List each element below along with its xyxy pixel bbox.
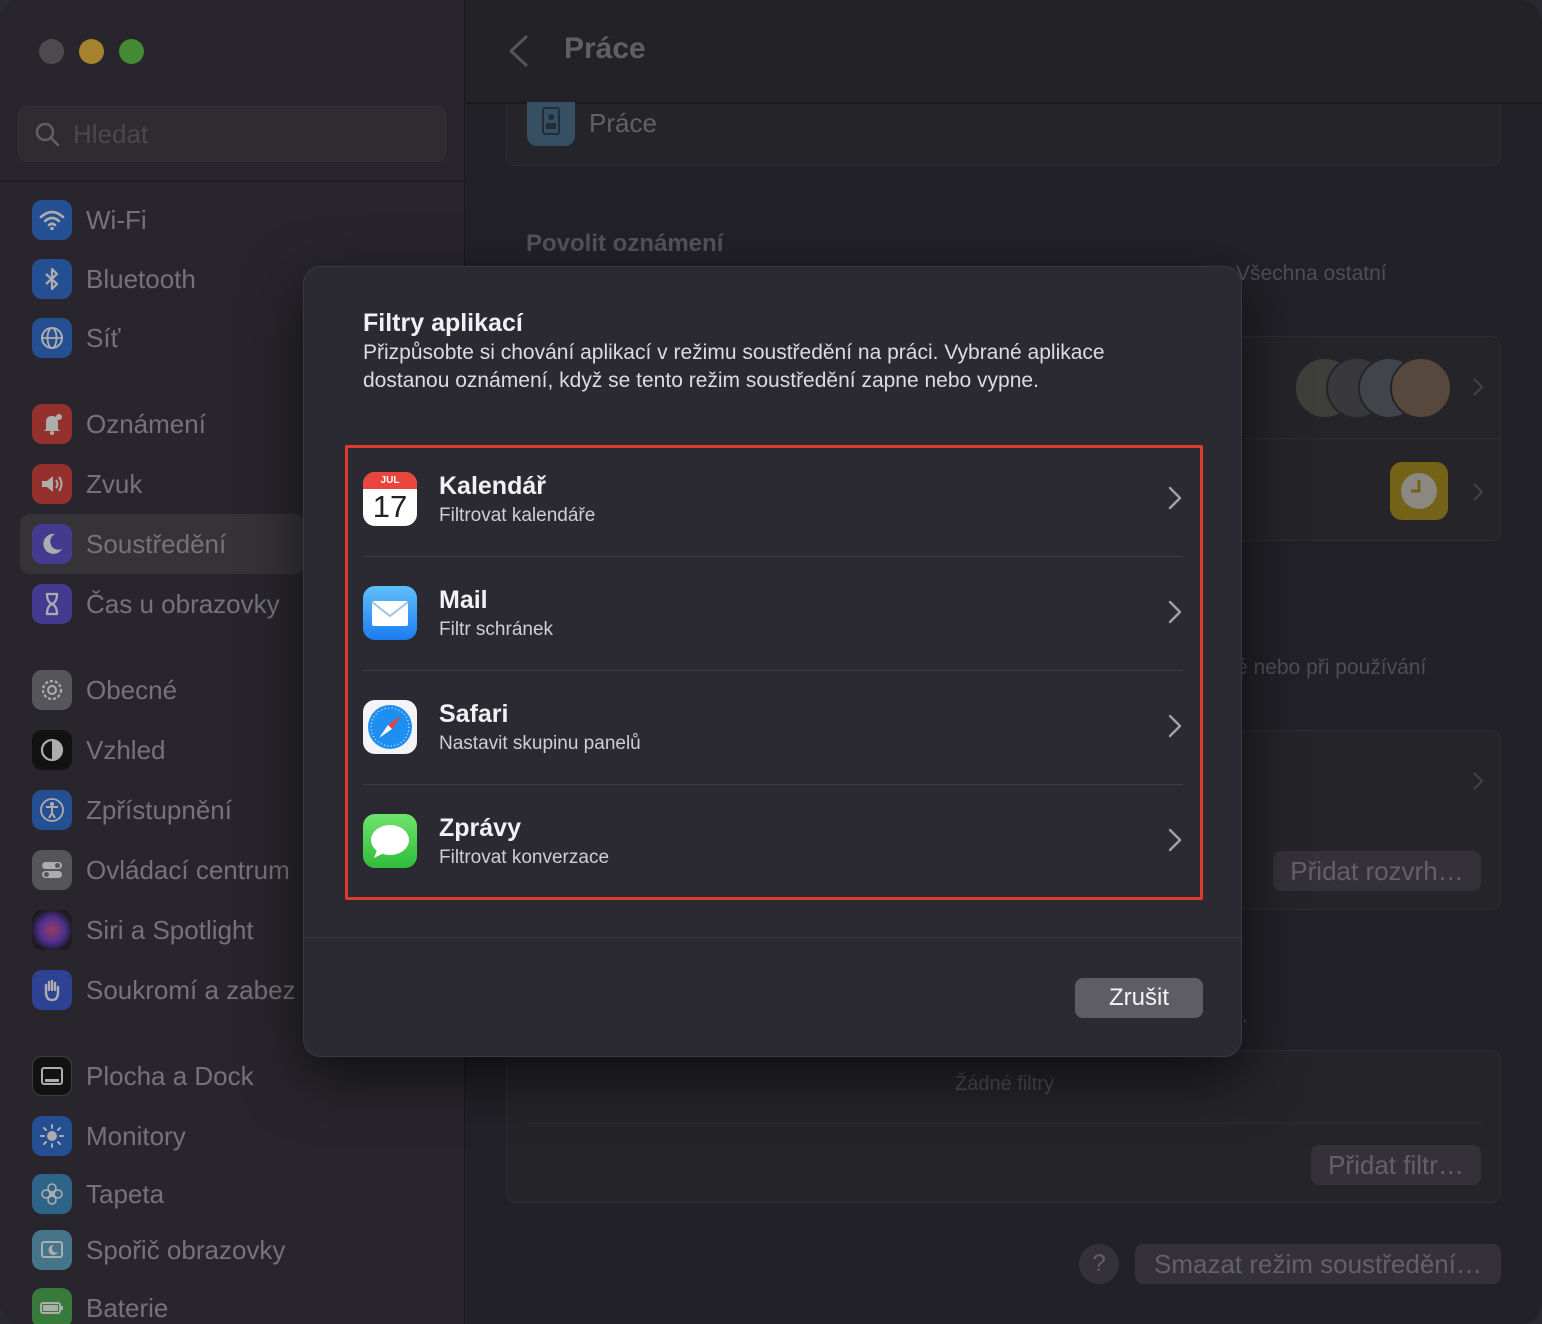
dialog-divider — [304, 937, 1241, 938]
cancel-button[interactable]: Zrušit — [1075, 978, 1203, 1018]
highlight-annotation — [345, 445, 1203, 900]
dialog-description: Přizpůsobte si chování aplikací v režimu… — [363, 341, 1105, 392]
settings-window: Wi-Fi Bluetooth Síť Oznámení Zvuk — [0, 0, 1542, 1324]
dialog-title: Filtry aplikací — [363, 309, 523, 337]
app-filters-dialog: Filtry aplikací Přizpůsobte si chování a… — [303, 266, 1242, 1057]
